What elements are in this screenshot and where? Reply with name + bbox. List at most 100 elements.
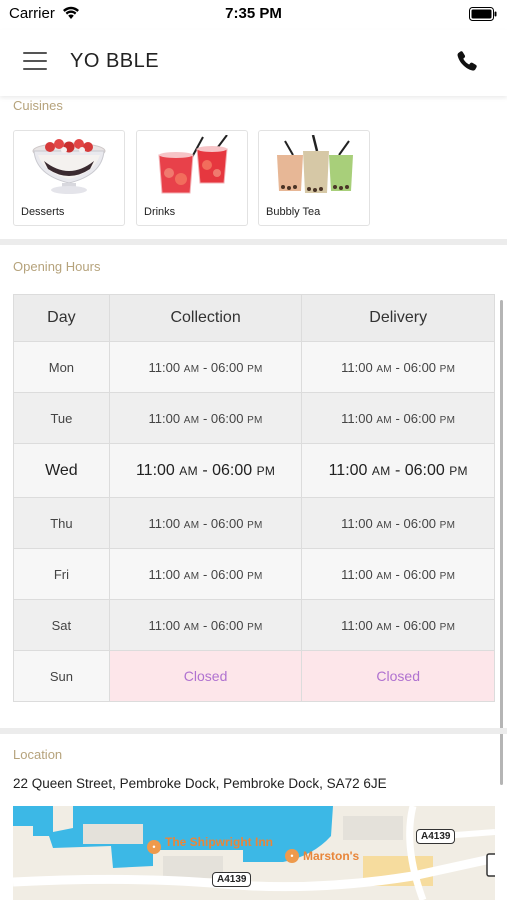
scroll-indicator[interactable] [500,300,503,785]
table-row: Sun Closed Closed [13,650,495,702]
time-text: 11:00 [341,617,373,633]
cuisine-card-desserts[interactable]: Desserts [13,130,125,226]
time-text: 06:00 [403,566,437,582]
time-text: - [391,410,404,426]
time-text: 06:00 [404,461,445,479]
drinks-image [158,135,228,194]
time-text: 06:00 [210,566,244,582]
time-text: - [199,515,211,531]
section-divider [0,239,507,245]
delivery-hours-cell: Closed [301,650,495,702]
time-text: 11:00 [148,515,181,531]
time-period-label: AM [183,570,200,582]
table-row: Fri 11:00 AM - 06:00 PM 11:00 AM - 06:00 P… [13,548,495,600]
day-cell: Wed [13,443,110,498]
time-period-label: AM [376,570,392,582]
time-period-label: PM [247,570,263,582]
table-row: Sat 11:00 AM - 06:00 PM 11:00 AM - 06:00 P… [13,599,495,651]
restaurant-pin-icon[interactable]: • [285,849,299,863]
time-text: 11:00 [148,359,181,375]
time-period-label: PM [449,463,468,478]
column-header-collection: Collection [108,294,303,342]
section-divider [0,728,507,734]
time-text: - [197,461,213,479]
time-period-label: PM [439,363,456,375]
time-period-label: AM [376,363,392,375]
time-period-label: PM [247,363,263,375]
time-text: - [199,410,211,426]
collection-hours-cell: 11:00 AM - 06:00 PM [108,392,303,444]
cuisine-card-bubbly-tea[interactable]: Bubbly Tea [258,130,370,226]
delivery-hours-cell: 11:00 AM - 06:00 PM [301,341,495,393]
collection-hours-cell: 11:00 AM - 06:00 PM [108,497,303,549]
time-period-label: PM [247,519,263,531]
delivery-hours-cell: 11:00 AM - 06:00 PM [301,497,495,549]
time-period-label: AM [183,363,200,375]
time-text: - [391,617,404,633]
map-place-label: Marston's [303,849,360,863]
cuisine-card-drinks[interactable]: Drinks [136,130,248,226]
status-bar: Carrier 7:35 PM [0,0,507,30]
table-row: Wed 11:00 AM - 06:00 PM 11:00 AM - 06:00 P… [13,443,495,498]
day-cell: Tue [13,392,110,444]
time-period-label: PM [247,414,263,426]
time-text: 11:00 [148,410,181,426]
cuisine-name: Desserts [21,206,65,218]
cuisine-name: Drinks [144,206,176,218]
time-text: - [391,515,404,531]
opening-hours-section-label: Opening Hours [13,259,101,274]
time-text: 06:00 [210,515,244,531]
time-text: 06:00 [210,410,244,426]
menu-icon[interactable] [23,52,47,72]
bubble-tea-image [277,135,353,193]
collection-hours-cell: 11:00 AM - 06:00 PM [108,341,303,393]
time-period-label: PM [247,621,263,633]
time-text: 11:00 [135,461,175,479]
column-header-day: Day [13,294,110,342]
restaurant-pin-icon[interactable]: • [147,840,161,854]
opening-hours-table: Day Collection Delivery Mon 11:00 AM - 06… [13,294,495,702]
collection-hours-cell: Closed [108,650,303,702]
road-badge: A4139 [212,872,252,887]
day-cell: Mon [13,341,110,393]
delivery-hours-cell: 11:00 AM - 06:00 PM [301,599,495,651]
cuisines-section-label: Cuisines [13,98,63,113]
time-period-label: AM [376,519,392,531]
time-text: 11:00 [341,359,373,375]
time-text: 06:00 [212,461,253,479]
time-text: - [391,359,404,375]
day-cell: Fri [13,548,110,600]
desserts-image [32,139,106,194]
time-period-label: PM [439,621,456,633]
phone-icon[interactable] [455,49,479,73]
location-section-label: Location [13,747,63,762]
time-text: 06:00 [403,515,437,531]
page-title: YO BBLE [70,50,160,72]
table-row: Thu 11:00 AM - 06:00 PM 11:00 AM - 06:00 P… [13,497,495,549]
time-text: - [390,461,405,479]
time-period-label: AM [376,414,392,426]
time-period-label: PM [439,519,456,531]
map-place-label: The Shipwright Inn [165,835,273,849]
time-period-label: AM [183,621,200,633]
time-text: - [199,566,211,582]
delivery-hours-cell: 11:00 AM - 06:00 PM [301,392,495,444]
time-period-label: AM [371,463,391,478]
day-cell: Thu [13,497,110,549]
time-text: 11:00 [148,617,181,633]
time-text: 11:00 [328,461,368,479]
time-text: 06:00 [210,359,244,375]
address-text: 22 Queen Street, Pembroke Dock, Pembroke… [13,776,387,791]
time-period-label: AM [376,621,392,633]
time-text: 11:00 [341,566,373,582]
location-map[interactable]: • The Shipwright Inn • Marston's A4139 A… [13,806,495,900]
delivery-hours-cell: 11:00 AM - 06:00 PM [301,443,495,498]
collection-hours-cell: 11:00 AM - 06:00 PM [108,443,303,498]
time-period-label: AM [183,414,200,426]
time-text: 06:00 [210,617,244,633]
time-text: 06:00 [403,617,437,633]
table-row: Tue 11:00 AM - 06:00 PM 11:00 AM - 06:00 P… [13,392,495,444]
clock: 7:35 PM [225,5,282,22]
time-text: 11:00 [341,410,373,426]
table-header-row: Day Collection Delivery [13,294,495,342]
